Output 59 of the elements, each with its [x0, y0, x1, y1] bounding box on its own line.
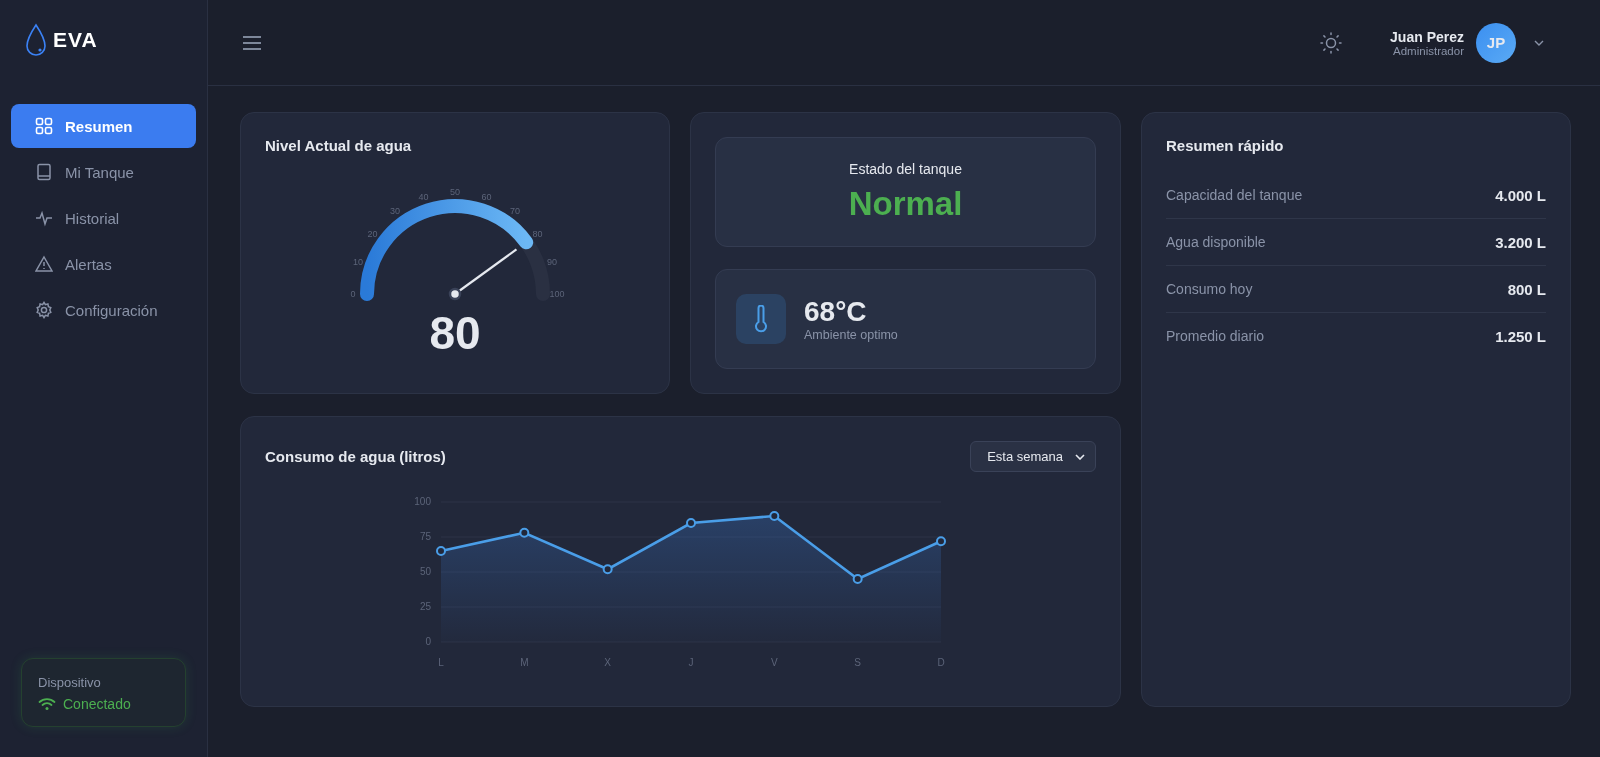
- water-drop-icon: [25, 23, 47, 57]
- settings-icon: [35, 301, 53, 319]
- axis-label: 100: [413, 496, 431, 507]
- axis-label: V: [770, 657, 778, 668]
- axis-label: 50: [419, 566, 431, 577]
- summary-label: Consumo hoy: [1166, 281, 1253, 297]
- nav-item[interactable]: Historial: [11, 196, 196, 240]
- nav-item[interactable]: Resumen: [11, 104, 196, 148]
- sun-icon[interactable]: [1320, 31, 1343, 54]
- nav-item[interactable]: Mi Tanque: [11, 150, 196, 194]
- summary-label: Promedio diario: [1166, 328, 1265, 344]
- data-point: [768, 511, 779, 521]
- gauge-tick-label: 100: [549, 289, 565, 299]
- gauge-value: 80: [429, 306, 481, 360]
- axis-label: 25: [419, 601, 431, 612]
- gauge-tick-label: 20: [367, 229, 378, 240]
- summary-label: Agua disponible: [1166, 234, 1266, 250]
- gauge-tick-label: 60: [481, 192, 492, 202]
- data-point: [435, 546, 446, 556]
- summary-value: 3.200 L: [1495, 233, 1546, 251]
- temperature-caption: Ambiente optimo: [804, 328, 898, 342]
- thermometer-icon: [736, 294, 786, 344]
- card-title: Resumen rápido: [1166, 137, 1285, 154]
- book-icon: [35, 163, 53, 181]
- pulse-icon: [35, 209, 53, 227]
- device-status: Conectado: [63, 696, 131, 712]
- data-point: [685, 518, 696, 528]
- gauge-tick-label: 10: [353, 257, 363, 268]
- card-title: Nivel Actual de agua: [265, 137, 413, 154]
- summary-value: 4.000 L: [1495, 186, 1546, 204]
- grid-icon: [35, 117, 53, 135]
- axis-label: D: [936, 657, 945, 668]
- chevron-down-icon: [1075, 453, 1085, 460]
- axis-label: 75: [419, 531, 431, 542]
- summary-value: 1.250 L: [1495, 327, 1546, 345]
- summary-label: Capacidad del tanque: [1166, 187, 1303, 203]
- nav-item[interactable]: Alertas: [11, 242, 196, 286]
- tank-state-value: Normal: [848, 185, 963, 223]
- user-name: Juan Perez: [1390, 28, 1464, 45]
- chevron-down-icon[interactable]: [1534, 39, 1544, 46]
- gauge-tick-label: 50: [450, 187, 460, 197]
- data-point: [518, 527, 529, 538]
- axis-label: X: [603, 657, 611, 668]
- axis-label: S: [853, 657, 861, 668]
- warning-icon: [35, 255, 53, 273]
- card-title: Consumo de agua (litros): [265, 448, 446, 465]
- tank-state-label: Estado del tanque: [849, 161, 962, 177]
- menu-icon[interactable]: [242, 34, 262, 51]
- period-select[interactable]: Esta semana: [970, 441, 1096, 472]
- temperature-value: 68°C: [804, 296, 868, 328]
- data-point: [602, 564, 613, 575]
- summary-value: 800 L: [1507, 280, 1546, 298]
- brand-name: EVA: [53, 28, 98, 52]
- axis-label: L: [437, 657, 444, 668]
- device-label: Dispositivo: [38, 675, 102, 690]
- nav-item[interactable]: Configuración: [11, 288, 196, 332]
- user-role: Administrador: [1393, 44, 1464, 57]
- axis-label: M: [519, 657, 528, 668]
- wifi-icon: [38, 697, 56, 711]
